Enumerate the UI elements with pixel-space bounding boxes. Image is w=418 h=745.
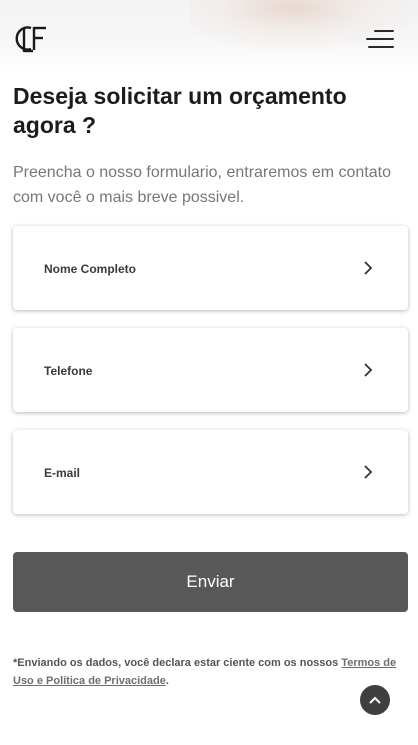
phone-field-label: Telefone: [44, 364, 93, 378]
header-bar: [0, 0, 418, 76]
disclaimer-text: *Enviando os dados, você declara estar c…: [13, 657, 342, 669]
arrow-up-icon: [369, 696, 381, 704]
brand-logo[interactable]: [13, 22, 53, 56]
logo-mark-icon: [15, 26, 46, 53]
submit-button[interactable]: Enviar: [13, 552, 408, 612]
chevron-right-icon: [364, 465, 373, 479]
email-field[interactable]: E-mail: [13, 430, 408, 514]
privacy-disclaimer: *Enviando os dados, você declara estar c…: [13, 654, 408, 690]
chevron-right-icon: [364, 363, 373, 377]
phone-field[interactable]: Telefone: [13, 328, 408, 412]
name-field-label: Nome Completo: [44, 262, 137, 276]
name-field[interactable]: Nome Completo: [13, 226, 408, 310]
hamburger-menu-button[interactable]: [366, 28, 394, 50]
hamburger-menu-icon: [366, 38, 394, 40]
scroll-to-top-button[interactable]: [360, 685, 390, 715]
hamburger-menu-icon: [374, 30, 394, 32]
email-field-label: E-mail: [44, 466, 81, 480]
chevron-right-icon: [364, 261, 373, 275]
disclaimer-end: .: [165, 675, 169, 687]
hamburger-menu-icon: [368, 46, 394, 48]
page-subtitle: Preencha o nosso formulario, entraremos …: [13, 164, 391, 206]
page-title: Deseja solicitar um orçamento agora ?: [13, 83, 347, 138]
